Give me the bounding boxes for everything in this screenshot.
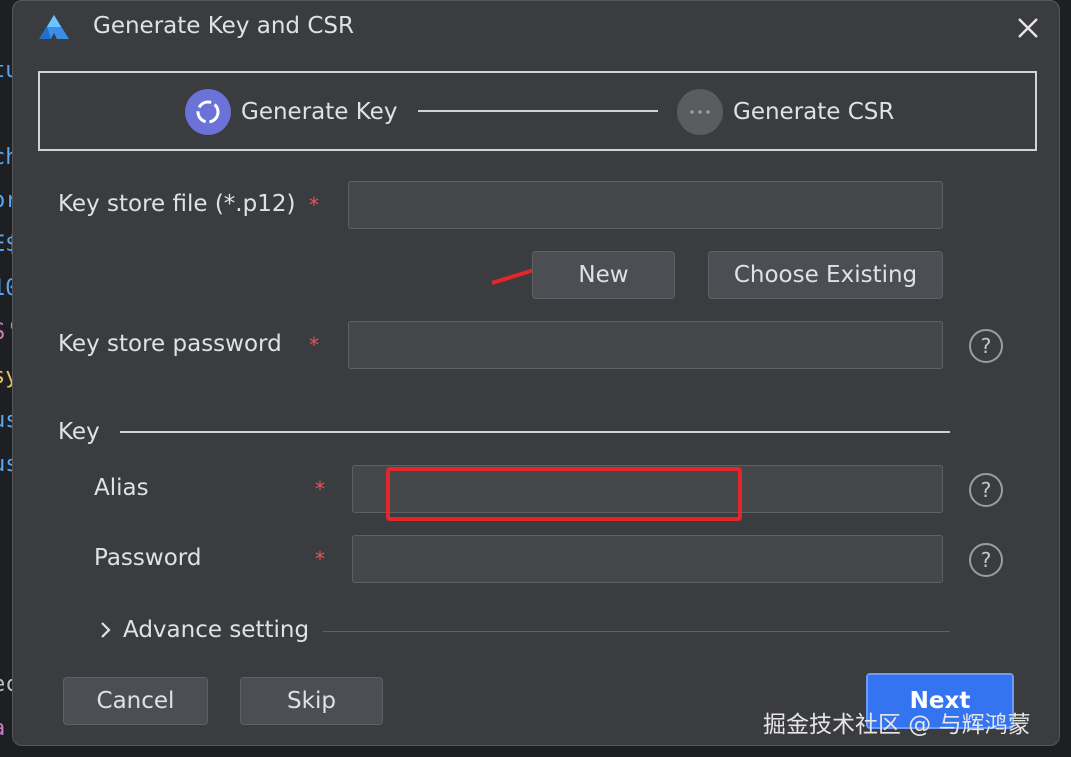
help-icon[interactable]: ? — [969, 329, 1003, 363]
required-marker: * — [315, 547, 325, 571]
advance-setting-toggle[interactable]: Advance setting — [123, 617, 309, 643]
help-icon[interactable]: ? — [969, 543, 1003, 577]
ellipsis-icon — [690, 110, 710, 114]
keystore-file-label: Key store file (*.p12) — [58, 191, 296, 217]
code-fragment: a — [0, 716, 5, 741]
step-label-generate-key: Generate Key — [241, 99, 398, 125]
loading-icon — [196, 100, 220, 124]
keystore-password-input[interactable] — [348, 321, 943, 369]
close-icon[interactable] — [1013, 13, 1043, 43]
required-marker: * — [309, 333, 319, 357]
cancel-button[interactable]: Cancel — [63, 677, 208, 725]
section-divider — [120, 431, 950, 433]
dialog-title: Generate Key and CSR — [93, 13, 354, 39]
password-input[interactable] — [352, 535, 943, 583]
help-icon[interactable]: ? — [969, 473, 1003, 507]
alias-input[interactable] — [352, 465, 943, 513]
huawei-deveco-logo — [39, 15, 69, 39]
password-label: Password — [94, 545, 202, 571]
generate-key-dialog: Generate Key and CSR Generate Key Genera… — [12, 0, 1060, 746]
dialog-titlebar: Generate Key and CSR — [13, 1, 1059, 57]
step-pending-icon — [677, 89, 723, 135]
step-active-icon — [185, 89, 231, 135]
chevron-right-icon[interactable] — [96, 619, 116, 641]
skip-button[interactable]: Skip — [240, 677, 383, 725]
keystore-password-label: Key store password — [58, 331, 282, 357]
step-label-generate-csr: Generate CSR — [733, 99, 895, 125]
key-section-title: Key — [58, 419, 100, 445]
step-connector — [418, 110, 658, 112]
required-marker: * — [315, 477, 325, 501]
alias-label: Alias — [94, 475, 149, 501]
watermark-text: 掘金技术社区 @ 与辉鸿蒙 — [763, 712, 1031, 738]
advance-divider — [323, 631, 950, 632]
choose-existing-button[interactable]: Choose Existing — [708, 251, 943, 299]
required-marker: * — [309, 193, 319, 217]
step-indicator: Generate Key Generate CSR — [38, 71, 1037, 151]
new-button[interactable]: New — [532, 251, 675, 299]
keystore-file-input[interactable] — [348, 181, 943, 229]
